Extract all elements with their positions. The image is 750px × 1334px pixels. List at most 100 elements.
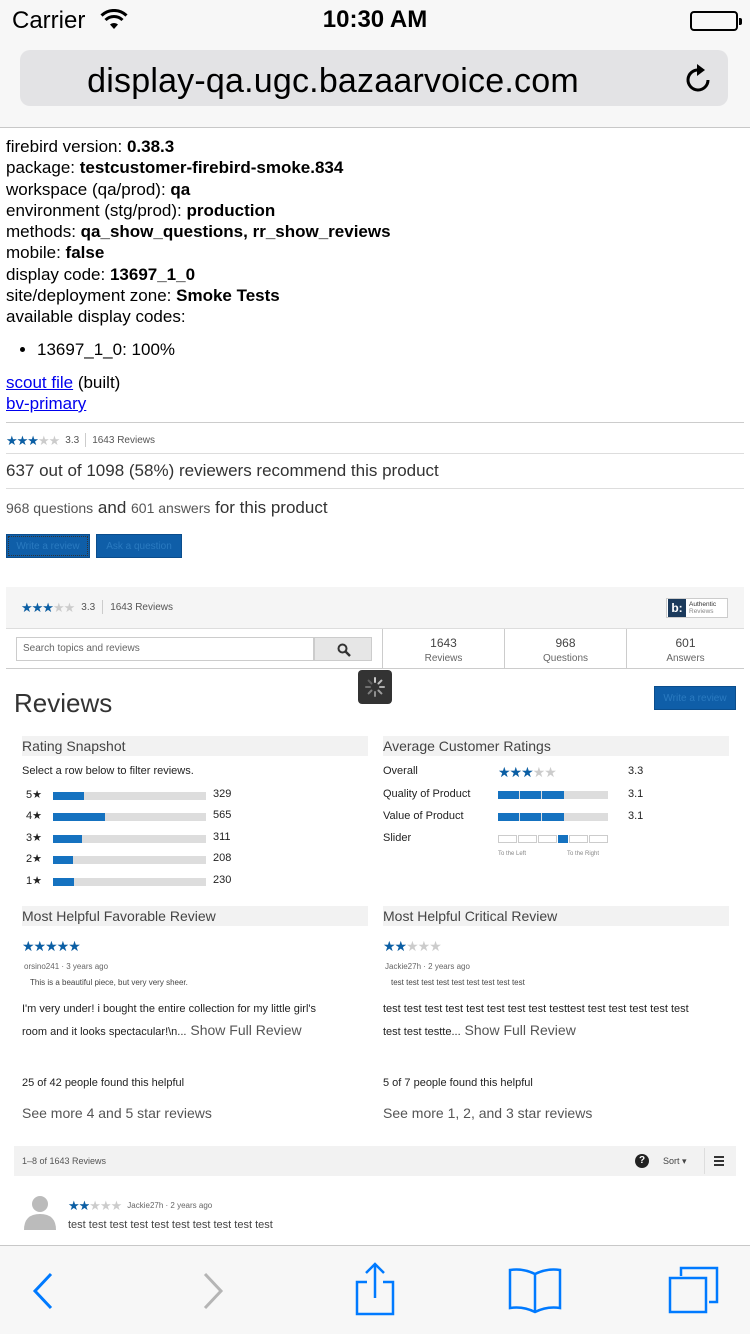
debug-line: methods: qa_show_questions, rr_show_revi… (6, 222, 391, 242)
debug-line: workspace (qa/prod): qa (6, 179, 191, 199)
divider (6, 453, 744, 454)
stat-answers[interactable]: 601 Answers (626, 629, 744, 669)
browser-address-area: display-qa.ugc.bazaarvoice.com (0, 40, 750, 128)
review-text: test test test test test test test test … (68, 1219, 273, 1231)
average-ratings-title: Average Customer Ratings (383, 736, 729, 756)
rating-stars: ★★★★★★★★★★ (22, 938, 81, 954)
debug-line: firebird version: 0.38.3 (6, 137, 175, 156)
book-icon (508, 1268, 562, 1314)
browser-toolbar (0, 1245, 750, 1334)
favorable-review-title: Most Helpful Favorable Review (22, 906, 368, 926)
clock: 10:30 AM (322, 6, 428, 33)
bv-primary-link[interactable]: bv-primary (6, 394, 86, 413)
helpful-count: 5 of 7 people found this helpful (383, 1077, 533, 1089)
review-meta: ★★★★★★★★★★ Jackie27h · 2 years ago (68, 1198, 213, 1213)
rating-filter-row[interactable]: 3★ 311 (22, 830, 242, 846)
status-bar: Carrier 10:30 AM (0, 0, 750, 40)
answers-count[interactable]: 601 answers (131, 500, 210, 516)
rating-summary[interactable]: ★★★★★★★★★★ 3.3 1643 Reviews (6, 432, 155, 448)
review-author: orsino241 · 3 years ago (24, 962, 109, 971)
scout-file-link[interactable]: scout file (6, 373, 73, 392)
stat-questions[interactable]: 968 Questions (504, 629, 626, 669)
rating-value: 3.3 (81, 601, 96, 613)
critical-review-title: Most Helpful Critical Review (383, 906, 729, 926)
reload-icon[interactable] (684, 62, 714, 99)
rating-filter-row[interactable]: 4★ 565 (22, 808, 242, 824)
search-stats-row: Search topics and reviews 1643 Reviews 96… (6, 629, 744, 669)
quality-rating-row: Quality of Product 3.1 (383, 788, 644, 800)
loading-spinner-icon (358, 670, 392, 704)
show-full-review-link[interactable]: Show Full Review (186, 1022, 301, 1038)
rating-filter-row[interactable]: 1★ 230 (22, 873, 242, 889)
stat-reviews[interactable]: 1643 Reviews (382, 629, 504, 669)
debug-line: package: testcustomer-firebird-smoke.834 (6, 158, 344, 178)
rating-snapshot-title: Rating Snapshot (22, 736, 368, 756)
widget-rating-summary[interactable]: ★★★★★★★★★★ 3.3 1643 Reviews (21, 600, 173, 614)
divider (6, 422, 744, 423)
rating-filter-row[interactable]: 2★ 208 (22, 851, 242, 867)
helpful-count: 25 of 42 people found this helpful (22, 1077, 185, 1089)
see-more-critical-link[interactable]: See more 1, 2, and 3 star reviews (383, 1105, 592, 1121)
debug-line: display code: 13697_1_0 (6, 264, 196, 284)
authentic-reviews-badge[interactable]: b: Authentic Reviews (666, 598, 728, 618)
see-more-favorable-link[interactable]: See more 4 and 5 star reviews (22, 1105, 212, 1121)
rating-stars: ★★★★★★★★★★ (498, 764, 557, 780)
search-button[interactable] (314, 637, 372, 661)
forward-button[interactable] (172, 1246, 252, 1334)
debug-info: firebird version: 0.38.3 package: testcu… (6, 136, 746, 414)
slider-right-label: To the Right (567, 851, 600, 857)
chevron-right-icon (203, 1272, 224, 1310)
rating-stars: ★★★★★★★★★★ (68, 1198, 122, 1213)
review-range-count: 1–8 of 1643 Reviews (22, 1156, 107, 1166)
search-input[interactable]: Search topics and reviews (16, 637, 314, 661)
url-text: display-qa.ugc.bazaarvoice.com (87, 62, 579, 100)
rating-stars: ★★★★★★★★★★ (383, 938, 442, 954)
write-review-button[interactable]: Write a review (654, 686, 736, 710)
rating-stars: ★★★★★★★★★★ (6, 432, 60, 448)
sort-dropdown[interactable]: Sort ▾ (663, 1156, 687, 1167)
tabs-button[interactable] (655, 1246, 735, 1334)
address-bar[interactable]: display-qa.ugc.bazaarvoice.com (20, 50, 728, 106)
review-author: Jackie27h · 2 years ago (385, 962, 470, 971)
reviews-widget-header: ★★★★★★★★★★ 3.3 1643 Reviews b: Authentic… (6, 587, 744, 629)
overall-rating-row: Overall ★★★★★★★★★★ 3.3 (383, 764, 644, 780)
recommend-text: 637 out of 1098 (58%) reviewers recommen… (6, 461, 439, 480)
battery-icon (690, 11, 742, 31)
available-codes-list: 13697_1_0: 100% (37, 336, 746, 364)
debug-line: site/deployment zone: Smoke Tests (6, 286, 280, 306)
review-headline: This is a beautiful piece, but very very… (30, 978, 188, 987)
value-rating-row: Value of Product 3.1 (383, 810, 644, 822)
slider-left-label: To the Left (498, 851, 527, 857)
slider-rating-bar (498, 835, 608, 843)
filter-menu-icon[interactable] (704, 1148, 732, 1174)
chevron-left-icon (32, 1272, 53, 1310)
list-item: 13697_1_0: 100% (37, 336, 746, 364)
review-headline: test test test test test test test test … (391, 978, 525, 987)
show-full-review-link[interactable]: Show Full Review (461, 1022, 576, 1038)
share-button[interactable] (335, 1246, 415, 1334)
rating-stars: ★★★★★★★★★★ (21, 599, 75, 615)
rating-snapshot-subtitle: Select a row below to filter reviews. (22, 765, 194, 777)
review-list-toolbar: 1–8 of 1643 Reviews ? Sort ▾ (14, 1146, 736, 1176)
review-count: 1643 Reviews (92, 434, 155, 446)
help-icon[interactable]: ? (635, 1154, 649, 1168)
review-count: 1643 Reviews (110, 601, 173, 613)
qa-summary: 968 questions and 601 answers for this p… (6, 498, 328, 517)
back-button[interactable] (2, 1246, 82, 1334)
debug-line: mobile: false (6, 243, 105, 263)
avatar-icon (22, 1192, 58, 1232)
rating-value: 3.3 (65, 434, 80, 446)
divider (6, 488, 744, 489)
review-body: test test test test test test test test … (383, 1003, 689, 1038)
bookmarks-button[interactable] (495, 1246, 575, 1334)
questions-count[interactable]: 968 questions (6, 500, 93, 516)
review-body: I'm very under! i bought the entire coll… (22, 1003, 316, 1038)
rating-filter-row[interactable]: 5★ 329 (22, 787, 242, 803)
debug-links: scout file (built) bv-primary (6, 372, 121, 413)
reviews-heading: Reviews (14, 688, 113, 718)
tabs-icon (668, 1266, 719, 1314)
debug-line: environment (stg/prod): production (6, 200, 276, 220)
write-review-button[interactable]: Write a review (6, 534, 90, 558)
share-icon (355, 1262, 395, 1316)
ask-question-button[interactable]: Ask a question (96, 534, 182, 558)
